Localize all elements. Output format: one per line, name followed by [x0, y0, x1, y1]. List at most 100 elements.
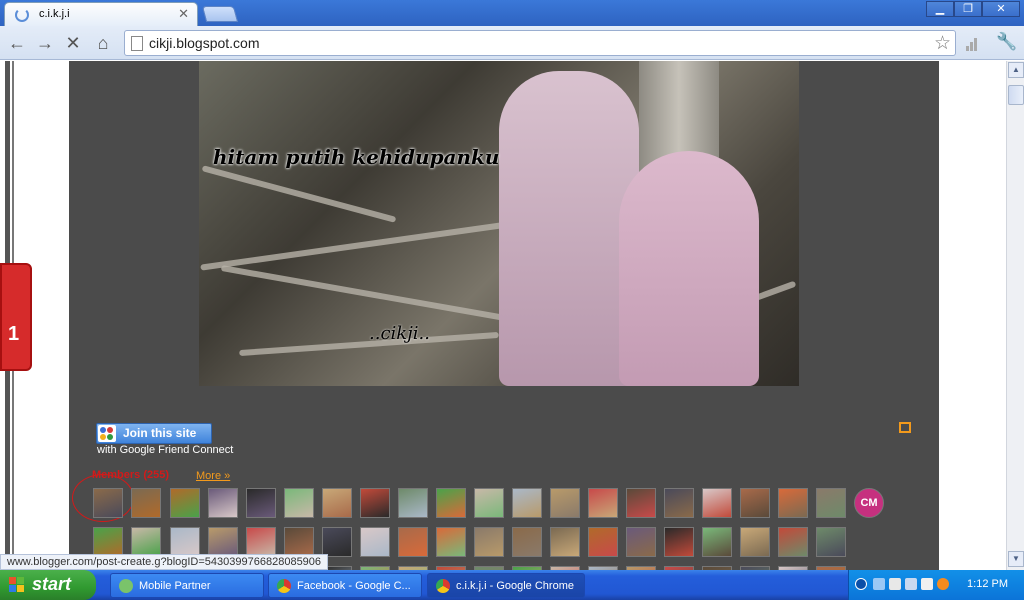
tray-search-icon[interactable]: [873, 578, 885, 590]
task-label: Facebook - Google C...: [297, 580, 411, 592]
windows-flag-icon: [9, 577, 25, 593]
task-facebook-chrome[interactable]: Facebook - Google C...: [268, 573, 422, 598]
member-avatar[interactable]: [170, 488, 200, 518]
browser-window: c.i.k.j.i ✕ ▁ ❐ ✕ ← → ✕ ⌂ ☆ 🔧: [0, 0, 1024, 570]
member-avatar[interactable]: [626, 488, 656, 518]
task-label: c.i.k.j.i - Google Chrome: [456, 580, 574, 592]
member-avatar[interactable]: [740, 527, 770, 557]
join-site-label: Join this site: [123, 426, 197, 440]
member-avatar[interactable]: [702, 527, 732, 557]
member-avatar[interactable]: [398, 488, 428, 518]
member-avatar[interactable]: [93, 488, 123, 518]
groom-figure: [499, 71, 639, 386]
start-label: start: [32, 574, 72, 594]
vertical-scrollbar[interactable]: ▲ ▼: [1006, 61, 1024, 570]
home-icon[interactable]: ⌂: [92, 32, 114, 54]
member-avatar[interactable]: [131, 527, 161, 557]
popout-icon[interactable]: [899, 422, 911, 433]
member-avatar[interactable]: [512, 527, 542, 557]
member-avatar[interactable]: [474, 527, 504, 557]
member-avatar[interactable]: [208, 488, 238, 518]
member-avatar[interactable]: [246, 488, 276, 518]
join-site-button[interactable]: Join this site: [96, 423, 212, 444]
member-avatar[interactable]: [246, 527, 276, 557]
forward-arrow-icon[interactable]: →: [34, 32, 56, 54]
title-bar: c.i.k.j.i ✕ ▁ ❐ ✕: [0, 0, 1024, 26]
mobile-partner-icon: [119, 579, 133, 593]
scroll-up-icon[interactable]: ▲: [1008, 62, 1024, 78]
member-avatar[interactable]: [436, 488, 466, 518]
member-avatar[interactable]: [588, 527, 618, 557]
avatar-cm[interactable]: CM: [854, 488, 884, 518]
task-label: Mobile Partner: [139, 580, 211, 592]
member-avatar[interactable]: [778, 527, 808, 557]
scroll-thumb[interactable]: [1008, 85, 1024, 105]
loading-spinner-icon: [15, 8, 29, 22]
member-avatar[interactable]: [474, 488, 504, 518]
banner-signature: ..cikji..: [369, 323, 430, 344]
member-avatar[interactable]: [360, 527, 390, 557]
google-friend-connect-icon: [98, 425, 116, 442]
task-cikji-chrome[interactable]: c.i.k.j.i - Google Chrome: [427, 573, 585, 598]
scroll-down-icon[interactable]: ▼: [1008, 551, 1024, 567]
chrome-icon: [277, 579, 291, 593]
member-avatar[interactable]: [550, 527, 580, 557]
tray-volume-icon[interactable]: [921, 578, 933, 590]
more-members-link[interactable]: More »: [196, 470, 230, 482]
clock: 1:12 PM: [967, 578, 1008, 590]
bride-figure: [619, 151, 759, 386]
tray-app-icon[interactable]: [937, 578, 949, 590]
member-avatar[interactable]: [816, 488, 846, 518]
member-avatar[interactable]: [550, 488, 580, 518]
member-avatar[interactable]: [208, 527, 238, 557]
bookmark-star-icon[interactable]: ☆: [934, 32, 951, 55]
windows-taskbar: start Mobile Partner Facebook - Google C…: [0, 570, 1024, 600]
member-avatar[interactable]: [322, 527, 352, 557]
gfc-caption: with Google Friend Connect: [97, 444, 234, 456]
side-tab-label: 1: [8, 323, 20, 345]
member-avatar[interactable]: [436, 527, 466, 557]
status-bar: www.blogger.com/post-create.g?blogID=543…: [0, 554, 329, 570]
side-feedback-tab[interactable]: 1: [0, 263, 32, 371]
url-input[interactable]: [149, 34, 929, 52]
wrench-menu-icon[interactable]: 🔧: [996, 32, 1017, 52]
member-avatar[interactable]: [131, 488, 161, 518]
member-avatar[interactable]: [284, 488, 314, 518]
tab-close-icon[interactable]: ✕: [178, 6, 189, 22]
close-window-button[interactable]: ✕: [982, 1, 1020, 17]
system-tray: 1:12 PM: [848, 570, 1024, 600]
member-avatar[interactable]: [398, 527, 428, 557]
tray-display-icon[interactable]: [905, 578, 917, 590]
member-avatar[interactable]: [284, 527, 314, 557]
tab-title: c.i.k.j.i: [39, 8, 70, 20]
member-avatar[interactable]: [322, 488, 352, 518]
member-avatar[interactable]: [588, 488, 618, 518]
start-button[interactable]: start: [0, 570, 96, 600]
member-avatar[interactable]: [170, 527, 200, 557]
member-avatar[interactable]: [778, 488, 808, 518]
tab-cikji[interactable]: c.i.k.j.i ✕: [4, 2, 198, 26]
back-arrow-icon[interactable]: ←: [6, 32, 28, 54]
blog-header-image[interactable]: hitam putih kehidupanku ..cikji..: [199, 61, 799, 386]
maximize-button[interactable]: ❐: [954, 1, 982, 17]
member-avatar[interactable]: [512, 488, 542, 518]
member-avatar[interactable]: [702, 488, 732, 518]
member-avatar[interactable]: [626, 527, 656, 557]
member-avatar[interactable]: [664, 488, 694, 518]
task-mobile-partner[interactable]: Mobile Partner: [110, 573, 264, 598]
toolbar: ← → ✕ ⌂ ☆ 🔧: [0, 26, 1024, 60]
member-avatar[interactable]: [360, 488, 390, 518]
stop-icon[interactable]: ✕: [62, 32, 84, 54]
address-bar[interactable]: ☆: [124, 30, 956, 56]
member-avatar[interactable]: [740, 488, 770, 518]
banner-title: hitam putih kehidupanku: [213, 145, 500, 169]
new-tab-button[interactable]: [201, 6, 239, 22]
member-avatar[interactable]: [816, 527, 846, 557]
page-action-bars-icon[interactable]: [966, 35, 982, 51]
member-avatar[interactable]: [664, 527, 694, 557]
tray-network-icon[interactable]: [889, 578, 901, 590]
minimize-button[interactable]: ▁: [926, 1, 954, 17]
chrome-icon: [436, 579, 450, 593]
tray-chevron-icon[interactable]: [855, 578, 867, 590]
member-avatar[interactable]: [93, 527, 123, 557]
